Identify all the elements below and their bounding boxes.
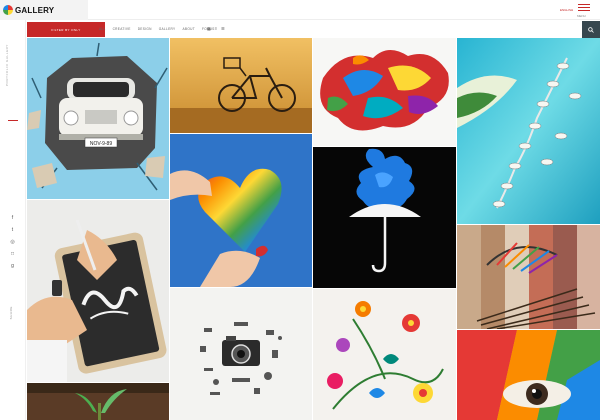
nav-menu: ALL CREATIVE DESIGN GALLERY ABOUT FOCUS bbox=[99, 27, 215, 31]
social-links: f t ◎ □ g bbox=[9, 216, 16, 269]
nav-bar: FILTER BY ONLY ALL CREATIVE DESIGN GALLE… bbox=[26, 21, 600, 38]
gallery-item-bicycle-sunset[interactable] bbox=[170, 38, 312, 133]
gallery-item-rainbow-heart[interactable] bbox=[170, 134, 312, 287]
filter-button[interactable]: FILTER BY ONLY bbox=[27, 22, 105, 37]
menu-icon[interactable] bbox=[578, 4, 590, 13]
menu-icon[interactable]: ☰ bbox=[221, 26, 225, 31]
gallery-item-car-through-wall[interactable]: NOV-9-89 bbox=[27, 38, 169, 199]
gallery-item-tablet-drawing[interactable] bbox=[27, 200, 169, 382]
facebook-icon[interactable]: f bbox=[9, 216, 16, 221]
gallery-item-umbrella-smoke[interactable] bbox=[313, 147, 456, 288]
sidebar-vertical-text: PORTFOLIO GALLERY bbox=[5, 44, 9, 87]
google-plus-icon[interactable]: g bbox=[9, 264, 16, 269]
instagram-icon[interactable]: □ bbox=[9, 252, 16, 257]
menu-label: MENU bbox=[577, 14, 586, 18]
dribbble-icon[interactable]: ◎ bbox=[9, 240, 16, 245]
gallery-item-rainbow-eye[interactable] bbox=[457, 330, 600, 420]
view-toggles: ▦ ≡ ☰ bbox=[207, 26, 225, 31]
search-icon bbox=[588, 26, 594, 33]
language-selector[interactable]: ENGLISH bbox=[560, 8, 573, 12]
share-label: SHARE bbox=[9, 306, 13, 320]
logo[interactable]: GALLERY bbox=[0, 0, 88, 20]
sidebar-divider bbox=[8, 120, 18, 121]
gallery-item-paper-quilling[interactable] bbox=[313, 289, 456, 420]
svg-text:NOV-9-89: NOV-9-89 bbox=[90, 141, 112, 147]
top-header: GALLERY ENGLISH MENU bbox=[0, 0, 600, 20]
search-button[interactable] bbox=[582, 21, 600, 38]
nav-item-all[interactable]: ALL bbox=[99, 27, 106, 31]
gallery-item-camera-parts[interactable] bbox=[170, 288, 312, 420]
nav-item-design[interactable]: DESIGN bbox=[138, 27, 152, 31]
gallery-item-plant-sprout[interactable] bbox=[27, 383, 169, 420]
logo-mark-icon bbox=[3, 5, 13, 15]
twitter-icon[interactable]: t bbox=[9, 228, 16, 233]
gallery-item-tropical-island[interactable] bbox=[457, 38, 600, 224]
gallery-item-color-splash[interactable] bbox=[313, 38, 456, 146]
left-sidebar: PORTFOLIO GALLERY f t ◎ □ g SHARE bbox=[0, 20, 26, 420]
page: GALLERY ENGLISH MENU PORTFOLIO GALLERY f… bbox=[0, 0, 600, 420]
nav-item-gallery[interactable]: GALLERY bbox=[159, 27, 176, 31]
nav-item-creative[interactable]: CREATIVE bbox=[113, 27, 131, 31]
grid-icon[interactable]: ▦ bbox=[207, 26, 211, 31]
gallery-item-paint-brushes[interactable] bbox=[457, 225, 600, 329]
list-icon[interactable]: ≡ bbox=[215, 26, 217, 31]
nav-item-about[interactable]: ABOUT bbox=[182, 27, 194, 31]
logo-text: GALLERY bbox=[15, 5, 55, 15]
